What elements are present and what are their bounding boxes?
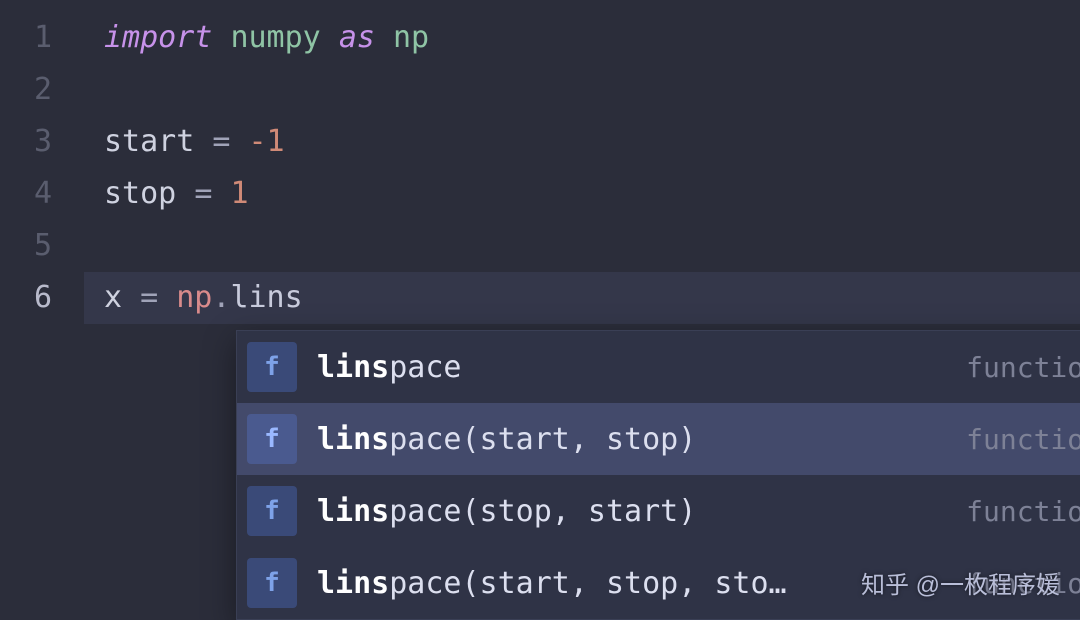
autocomplete-label: linspace(stop, start)	[317, 494, 966, 529]
code-line[interactable]: import numpy as np	[104, 12, 1080, 64]
identifier: x	[104, 280, 122, 315]
autocomplete-kind: function	[966, 567, 1080, 600]
code-area[interactable]: import numpy as np start = -1 stop = 1 x…	[70, 0, 1080, 614]
alias-name: np	[393, 20, 429, 55]
keyword-as: as	[339, 20, 375, 55]
function-icon: f	[247, 486, 297, 536]
line-number: 4	[0, 168, 70, 220]
identifier: start	[104, 124, 194, 159]
line-number: 2	[0, 64, 70, 116]
code-line[interactable]	[104, 64, 1080, 116]
line-number: 5	[0, 220, 70, 272]
autocomplete-label: linspace(start, stop, sto…	[317, 566, 966, 601]
autocomplete-label: linspace	[317, 350, 966, 385]
function-icon: f	[247, 342, 297, 392]
line-number-current: 6	[0, 272, 70, 324]
line-number: 3	[0, 116, 70, 168]
dot-operator: .	[212, 280, 230, 315]
code-editor: 1 2 3 4 5 6 import numpy as np start = -…	[0, 0, 1080, 614]
object-ref: np	[176, 280, 212, 315]
line-number: 1	[0, 12, 70, 64]
autocomplete-label: linspace(start, stop)	[317, 422, 966, 457]
operator: =	[212, 124, 230, 159]
module-name: numpy	[230, 20, 320, 55]
code-line[interactable]	[104, 220, 1080, 272]
code-line[interactable]: start = -1	[104, 116, 1080, 168]
code-line-current[interactable]: x = np.lins	[84, 272, 1080, 324]
partial-input: lins	[230, 280, 302, 315]
autocomplete-kind: function	[966, 495, 1080, 528]
autocomplete-item-selected[interactable]: f linspace(start, stop) function	[237, 403, 1080, 475]
identifier: stop	[104, 176, 176, 211]
autocomplete-item[interactable]: f linspace(stop, start) function	[237, 475, 1080, 547]
function-icon: f	[247, 558, 297, 608]
function-icon: f	[247, 414, 297, 464]
line-number-gutter: 1 2 3 4 5 6	[0, 0, 70, 614]
number-literal: 1	[230, 176, 248, 211]
autocomplete-kind: function	[966, 423, 1080, 456]
autocomplete-kind: function	[966, 351, 1080, 384]
autocomplete-item[interactable]: f linspace(start, stop, sto… function	[237, 547, 1080, 619]
number-literal: -1	[249, 124, 285, 159]
code-line[interactable]: stop = 1	[104, 168, 1080, 220]
autocomplete-item[interactable]: f linspace function	[237, 331, 1080, 403]
operator: =	[194, 176, 212, 211]
operator: =	[140, 280, 158, 315]
autocomplete-popup[interactable]: f linspace function f linspace(start, st…	[236, 330, 1080, 620]
keyword-import: import	[104, 20, 212, 55]
